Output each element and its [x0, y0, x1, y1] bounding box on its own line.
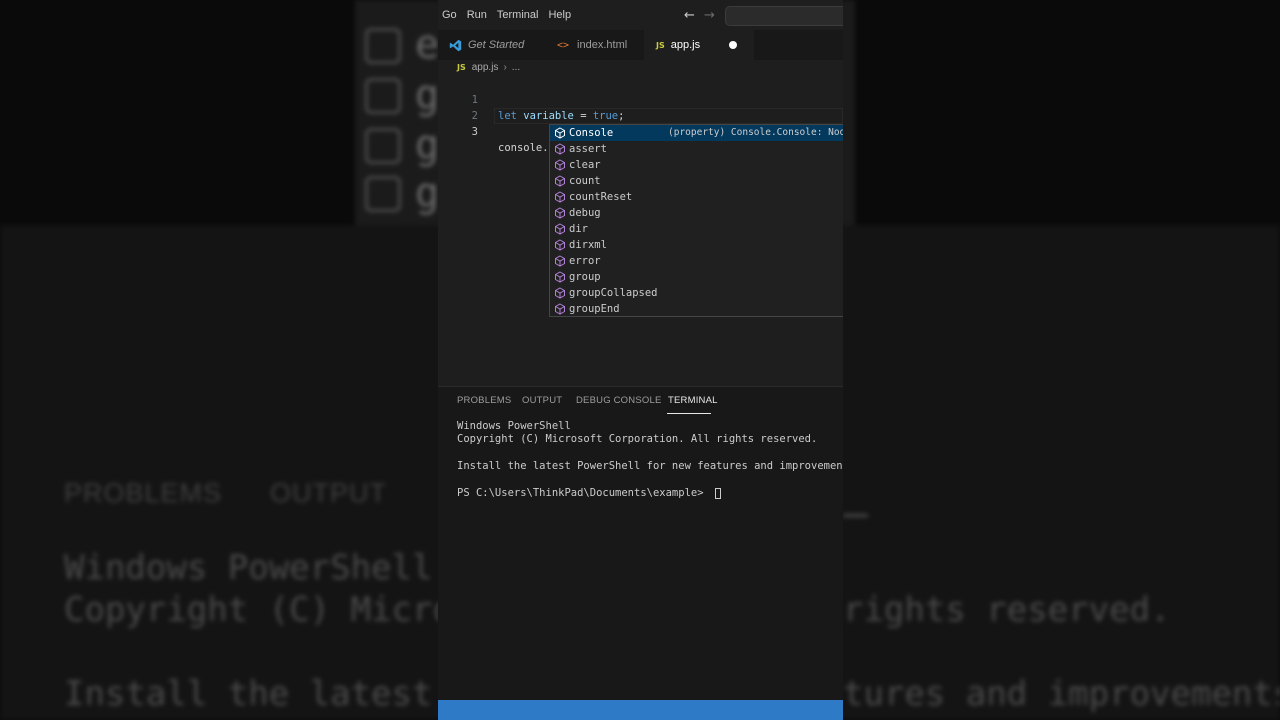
background-letter: e: [415, 22, 440, 68]
property-cube-icon: [555, 223, 565, 235]
suggestion-item[interactable]: debug: [550, 205, 843, 221]
vscode-logo-icon: [449, 39, 462, 51]
suggestion-label: dirxml: [569, 239, 607, 251]
typed-text: console.: [498, 142, 549, 154]
background-cube-icon: [365, 28, 401, 64]
forward-arrow-icon[interactable]: →: [704, 8, 715, 23]
suggestion-item[interactable]: error: [550, 253, 843, 269]
line-number: 3: [471, 126, 478, 138]
breadcrumb-symbol[interactable]: ...: [512, 62, 520, 73]
property-cube-icon: [555, 271, 565, 283]
tab-output[interactable]: OUTPUT: [522, 395, 562, 406]
menu-help[interactable]: Help: [548, 9, 577, 21]
suggestion-label: countReset: [569, 191, 633, 203]
unsaved-dot-icon[interactable]: [729, 41, 737, 49]
command-center-search[interactable]: [725, 6, 843, 26]
property-cube-icon: [555, 207, 565, 219]
background-letter: g: [415, 170, 440, 216]
suggestion-item[interactable]: groupCollapsed: [550, 285, 843, 301]
tab-label: Get Started: [468, 39, 525, 51]
terminal-line: Install the latest PowerShell for new fe…: [457, 460, 843, 472]
property-cube-icon: [555, 287, 565, 299]
prompt-text: PS C:\Users\ThinkPad\Documents\example>: [457, 487, 710, 499]
background-tab: PROBLEMS: [64, 478, 223, 508]
suggestion-widget: Console (property) Console.Console: Node a…: [549, 124, 843, 317]
code-line: 2: [438, 92, 843, 122]
background-cube-icon: [365, 176, 401, 212]
menu-bar: Go Run Terminal Help ← →: [438, 0, 843, 30]
tab-app-js[interactable]: JS app.js: [644, 30, 754, 60]
tab-get-started[interactable]: Get Started: [438, 30, 538, 60]
property-cube-icon: [555, 239, 565, 251]
html-file-icon: <>: [557, 39, 570, 51]
terminal-prompt[interactable]: PS C:\Users\ThinkPad\Documents\example>: [457, 487, 721, 499]
suggestion-label: assert: [569, 143, 607, 155]
bottom-panel: PROBLEMS OUTPUT DEBUG CONSOLE TERMINAL W…: [438, 386, 843, 703]
suggestion-label: dir: [569, 223, 588, 235]
suggestion-item[interactable]: countReset: [550, 189, 843, 205]
property-cube-icon: [555, 175, 565, 187]
tab-label: index.html: [577, 39, 628, 51]
back-arrow-icon[interactable]: ←: [684, 8, 695, 23]
tab-debug-console[interactable]: DEBUG CONSOLE: [576, 395, 661, 406]
tab-index-html[interactable]: <> index.html: [546, 30, 641, 60]
suggestion-item[interactable]: group: [550, 269, 843, 285]
suggestion-item[interactable]: count: [550, 173, 843, 189]
property-cube-icon: [555, 159, 565, 171]
suggestion-item[interactable]: assert: [550, 141, 843, 157]
property-cube-icon: [555, 303, 565, 315]
background-tab: OUTPUT: [270, 478, 387, 508]
background-term-line: Copyright (C) Micros: [64, 590, 474, 630]
suggestion-item[interactable]: clear: [550, 157, 843, 173]
background-cube-icon: [365, 128, 401, 164]
chevron-right-icon: ›: [503, 62, 507, 73]
breadcrumb: JS app.js › ...: [457, 62, 520, 73]
suggestion-item[interactable]: groupEnd: [550, 301, 843, 317]
suggestion-label: Console: [569, 127, 614, 139]
js-file-icon: JS: [457, 63, 466, 72]
js-file-icon: JS: [656, 40, 665, 50]
property-cube-icon: [555, 255, 565, 267]
code-line: 1 let variable = true;: [438, 76, 843, 122]
background-term-line: tures and improvements!: [843, 674, 1280, 714]
property-cube-icon: [555, 143, 565, 155]
suggestion-label: debug: [569, 207, 601, 219]
menu-terminal[interactable]: Terminal: [497, 9, 545, 21]
terminal-line: Windows PowerShell: [457, 420, 571, 432]
background-term-line: Install the latest P: [64, 674, 474, 714]
tab-terminal[interactable]: TERMINAL: [668, 395, 718, 406]
property-cube-icon: [555, 127, 565, 139]
terminal-line: Copyright (C) Microsoft Corporation. All…: [457, 433, 818, 445]
background-tab-underline: [843, 514, 868, 517]
suggestion-label: clear: [569, 159, 601, 171]
suggestion-item[interactable]: Console (property) Console.Console: Node: [550, 125, 843, 141]
background-cube-icon: [365, 78, 401, 114]
menu-go[interactable]: Go: [442, 9, 463, 21]
code-line: 3 console.: [438, 108, 843, 155]
tab-label: app.js: [670, 39, 701, 51]
background-letter: g: [415, 122, 440, 168]
suggestion-item[interactable]: dir: [550, 221, 843, 237]
active-tab-underline: [667, 413, 711, 414]
status-bar[interactable]: [438, 700, 843, 720]
background-letter: g: [415, 72, 440, 118]
suggestion-label: count: [569, 175, 601, 187]
tab-problems[interactable]: PROBLEMS: [457, 395, 511, 406]
background-term-line: Windows PowerShell: [64, 548, 433, 588]
terminal-cursor: [714, 487, 721, 499]
property-cube-icon: [555, 191, 565, 203]
suggestion-label: error: [569, 255, 601, 267]
editor-tabs: Get Started <> index.html JS app.js: [438, 30, 843, 60]
suggestion-label: group: [569, 271, 601, 283]
suggestion-item[interactable]: dirxml: [550, 237, 843, 253]
background-term-line: rights reserved.: [843, 590, 1171, 630]
code-text: console.: [498, 140, 551, 156]
breadcrumb-file[interactable]: app.js: [472, 62, 499, 73]
suggestion-label: groupEnd: [569, 303, 620, 315]
vscode-window: Go Run Terminal Help ← → Get Started <> …: [438, 0, 843, 720]
menu-run[interactable]: Run: [467, 9, 493, 21]
suggestion-detail: (property) Console.Console: Node: [668, 127, 843, 138]
suggestion-label: groupCollapsed: [569, 287, 658, 299]
